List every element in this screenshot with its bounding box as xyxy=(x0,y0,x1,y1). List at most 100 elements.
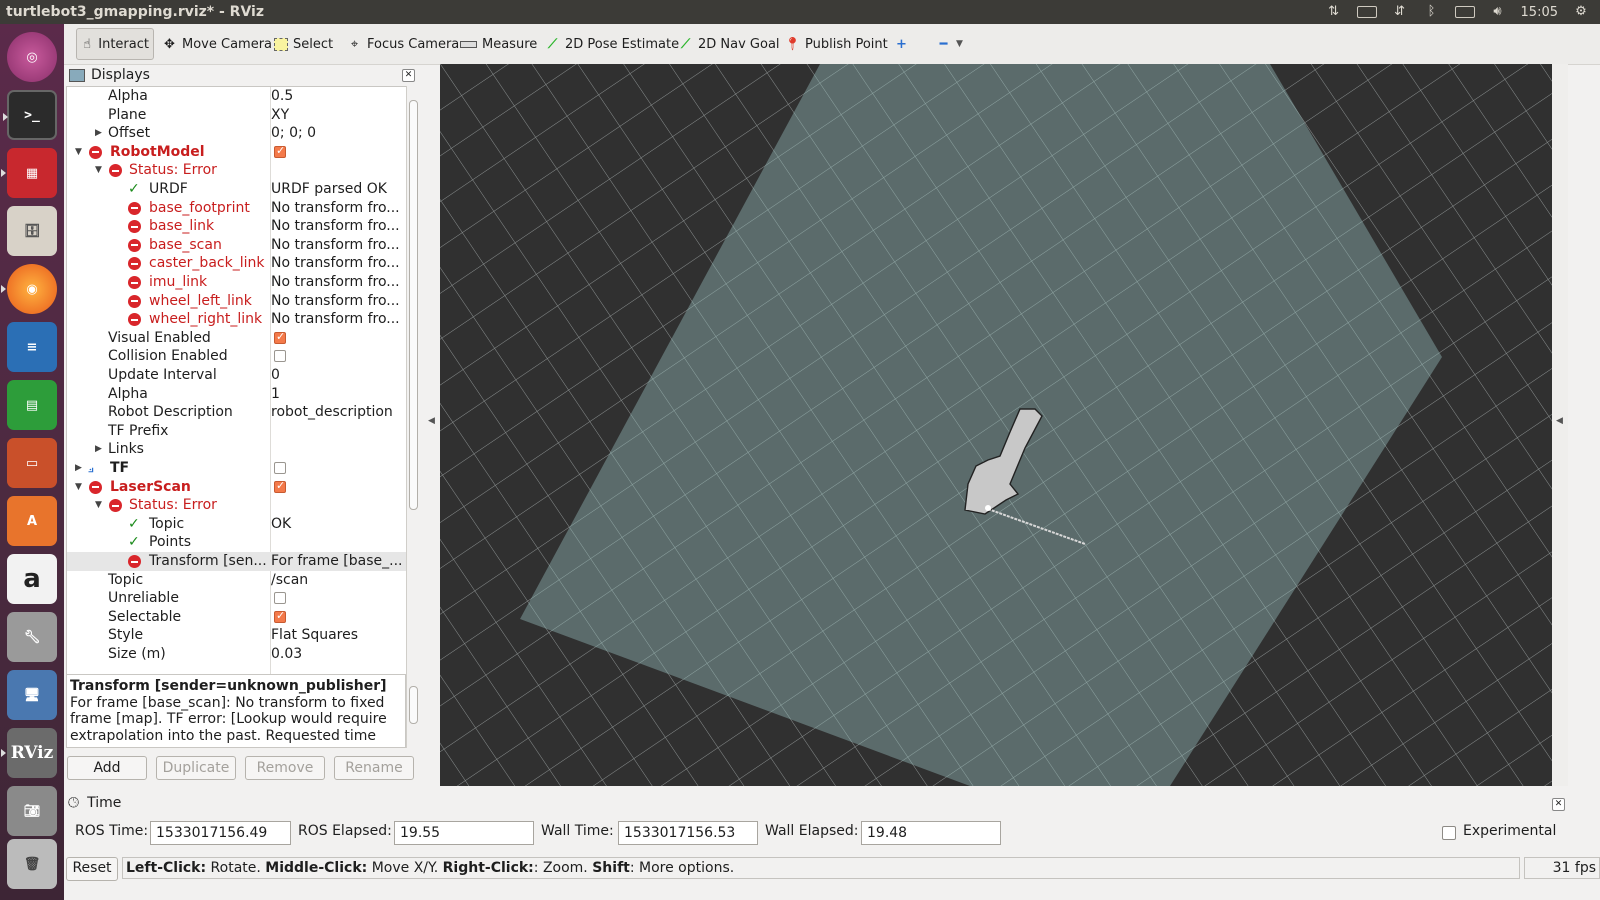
expand-arrow-icon[interactable]: ▶ xyxy=(95,124,102,142)
left-splitter[interactable]: ◀ xyxy=(424,64,440,786)
expand-arrow-icon[interactable]: ▶ xyxy=(95,440,102,458)
wall-elapsed-field[interactable]: 19.48 xyxy=(861,821,1001,845)
tree-row[interactable]: Collision Enabled xyxy=(67,347,407,366)
terminal-icon[interactable]: >_ xyxy=(3,90,57,140)
tree-row[interactable]: ▶ Offset 0; 0; 0 xyxy=(67,124,407,143)
grid-app-icon[interactable]: ▦ xyxy=(1,148,57,198)
tree-row[interactable]: wheel_left_link No transform fro... xyxy=(67,292,407,311)
pose-estimate-tool[interactable]: ⟋ 2D Pose Estimate xyxy=(541,32,683,56)
map-canvas[interactable] xyxy=(440,64,1552,786)
rename-button[interactable]: Rename xyxy=(334,756,414,780)
tree-row[interactable]: wheel_right_link No transform fro... xyxy=(67,310,407,329)
tree-row[interactable]: ▶ Links xyxy=(67,440,407,459)
files-icon[interactable]: 🗄︎ xyxy=(7,206,57,256)
system-settings-icon[interactable]: 🔧︎ xyxy=(7,612,57,662)
volume-icon[interactable]: 🔊︎ xyxy=(1489,5,1507,19)
tree-row-selected[interactable]: Transform [sen... For frame [base_... xyxy=(67,552,407,571)
collision-enabled-checkbox[interactable] xyxy=(274,350,286,363)
software-center-icon[interactable]: A xyxy=(7,496,57,546)
focus-camera-tool[interactable]: ⌖ Focus Camera xyxy=(343,32,463,56)
tree-row[interactable]: Update Interval 0 xyxy=(67,366,407,385)
collapse-arrow-icon[interactable]: ▼ xyxy=(75,478,82,496)
property-value[interactable]: 1 xyxy=(271,385,280,403)
tree-row[interactable]: Selectable xyxy=(67,608,407,627)
wall-time-field[interactable]: 1533017156.53 xyxy=(618,821,758,845)
tree-row[interactable]: Alpha 0.5 xyxy=(67,87,407,106)
tree-row[interactable]: ✓ Points xyxy=(67,533,407,552)
camera-icon[interactable]: 📷︎ xyxy=(7,786,57,836)
tree-row[interactable]: Alpha 1 xyxy=(67,385,407,404)
remove-button[interactable]: Remove xyxy=(245,756,325,780)
add-tool-button[interactable]: + xyxy=(890,32,913,56)
tree-row[interactable]: Robot Description robot_description xyxy=(67,403,407,422)
tree-row-robotmodel[interactable]: ▼ RobotModel xyxy=(67,143,407,162)
tree-row[interactable]: Visual Enabled xyxy=(67,329,407,348)
ros-time-field[interactable]: 1533017156.49 xyxy=(150,821,291,845)
tree-row[interactable]: base_scan No transform fro... xyxy=(67,236,407,255)
tree-row[interactable]: imu_link No transform fro... xyxy=(67,273,407,292)
visual-enabled-checkbox[interactable] xyxy=(274,330,286,344)
writer-icon[interactable]: ≡ xyxy=(7,322,57,372)
tree-row-laserscan[interactable]: ▼ LaserScan xyxy=(67,478,407,497)
tree-row[interactable]: ✓ URDF URDF parsed OK xyxy=(67,180,407,199)
tree-scrollbar[interactable] xyxy=(406,86,419,682)
ubuntu-dash-icon[interactable]: ◎ xyxy=(7,32,57,82)
remove-tool-button[interactable]: ━ ▼ xyxy=(932,32,967,56)
transfer-icon[interactable]: ⇵ xyxy=(1391,5,1409,19)
description-scrollbar[interactable] xyxy=(406,674,419,748)
property-value[interactable]: /scan xyxy=(271,571,308,589)
collapse-right-icon[interactable]: ◀ xyxy=(1556,416,1563,426)
trash-icon[interactable]: 🗑︎ xyxy=(7,839,57,889)
rviz-icon[interactable]: RViz xyxy=(1,728,57,778)
property-value[interactable]: 0; 0; 0 xyxy=(271,124,316,142)
move-camera-tool[interactable]: ✥ Move Camera xyxy=(158,32,276,56)
bluetooth-icon[interactable]: ᛒ xyxy=(1423,5,1441,19)
reset-button[interactable]: Reset xyxy=(66,857,118,881)
experimental-checkbox[interactable] xyxy=(1442,826,1456,840)
keyboard-icon[interactable] xyxy=(1356,6,1377,18)
duplicate-button[interactable]: Duplicate xyxy=(156,756,236,780)
tree-row[interactable]: ✓ Topic OK xyxy=(67,515,407,534)
close-icon[interactable]: ✕ xyxy=(402,69,415,82)
battery-icon[interactable] xyxy=(1454,6,1475,18)
selectable-checkbox[interactable] xyxy=(274,609,286,623)
unreliable-checkbox[interactable] xyxy=(274,592,286,605)
firefox-icon[interactable]: ◉ xyxy=(1,264,57,314)
add-button[interactable]: Add xyxy=(67,756,147,780)
collapse-arrow-icon[interactable]: ▼ xyxy=(95,161,102,179)
measure-tool[interactable]: Measure xyxy=(456,32,541,56)
publish-point-tool[interactable]: 📍︎ Publish Point xyxy=(781,32,892,56)
network-icon[interactable]: ⇅ xyxy=(1325,5,1343,19)
displays-tree[interactable]: Alpha 0.5 Plane XY ▶ Offset 0; 0; 0 ▼ Ro… xyxy=(66,86,408,682)
robotmodel-checkbox[interactable] xyxy=(274,144,286,158)
property-value[interactable]: XY xyxy=(271,106,289,124)
remote-desktop-icon[interactable]: 🖥︎ xyxy=(7,670,57,720)
right-splitter[interactable]: ◀ xyxy=(1552,64,1568,786)
amazon-icon[interactable]: a xyxy=(7,554,57,604)
calc-icon[interactable]: ▤ xyxy=(7,380,57,430)
collapse-left-icon[interactable]: ◀ xyxy=(428,416,435,426)
expand-arrow-icon[interactable]: ▶ xyxy=(75,459,82,477)
tree-row[interactable]: Plane XY xyxy=(67,106,407,125)
tree-row[interactable]: TF Prefix xyxy=(67,422,407,441)
property-value[interactable]: 0 xyxy=(271,366,280,384)
tree-row-tf[interactable]: ▶ ⟓ TF xyxy=(67,459,407,478)
3d-view[interactable] xyxy=(440,64,1552,786)
tree-row[interactable]: Unreliable xyxy=(67,589,407,608)
property-value[interactable]: 0.5 xyxy=(271,87,293,105)
tree-row[interactable]: Topic /scan xyxy=(67,571,407,590)
tree-row[interactable]: Style Flat Squares xyxy=(67,626,407,645)
property-value[interactable]: 0.03 xyxy=(271,645,302,663)
collapse-arrow-icon[interactable]: ▼ xyxy=(95,496,102,514)
tree-row[interactable]: Size (m) 0.03 xyxy=(67,645,407,664)
tree-row[interactable]: ▼ Status: Error xyxy=(67,496,407,515)
ros-elapsed-field[interactable]: 19.55 xyxy=(394,821,534,845)
laserscan-checkbox[interactable] xyxy=(274,479,286,493)
interact-tool[interactable]: ☝︎ Interact xyxy=(76,28,154,60)
property-value[interactable]: robot_description xyxy=(271,403,393,421)
collapse-arrow-icon[interactable]: ▼ xyxy=(75,143,82,161)
impress-icon[interactable]: ▭ xyxy=(7,438,57,488)
close-icon[interactable]: ✕ xyxy=(1552,798,1565,811)
tree-row[interactable]: caster_back_link No transform fro... xyxy=(67,254,407,273)
scrollbar-thumb[interactable] xyxy=(409,100,418,510)
